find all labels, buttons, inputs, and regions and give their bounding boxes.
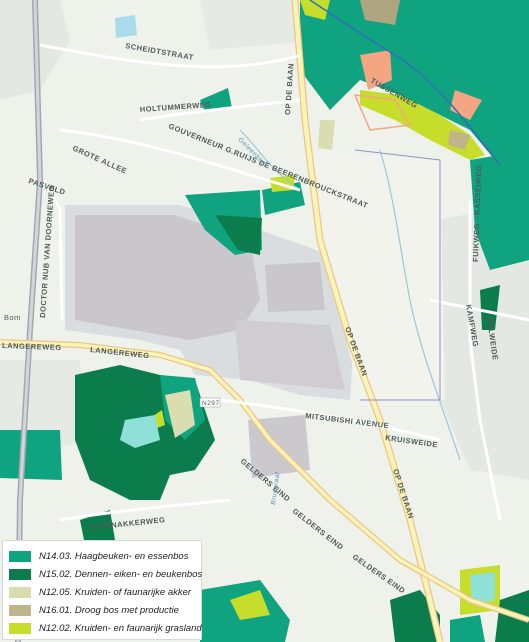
legend-swatch-grasland bbox=[9, 622, 31, 634]
forest-haagbeuken bbox=[0, 430, 62, 480]
legend-swatch-dennen bbox=[9, 568, 31, 580]
legend-item: N16.01. Droog bos met productie bbox=[9, 601, 195, 619]
legend-label: N12.05. Kruiden- of faunarijke akker bbox=[39, 586, 192, 598]
legend-label: N15.02. Dennen- eiken- en beukenbos bbox=[39, 568, 203, 580]
legend-label: N14.03. Haagbeuken- en essenbos bbox=[39, 550, 189, 562]
road-label-n297: N297 bbox=[202, 400, 220, 407]
legend-item: N15.02. Dennen- eiken- en beukenbos bbox=[9, 565, 202, 583]
legend-swatch-akker bbox=[9, 586, 31, 598]
factory-building bbox=[235, 320, 345, 390]
legend-label: N16.01. Droog bos met productie bbox=[39, 604, 179, 616]
legend-item: N12.02. Kruiden- en faunarijk grasland bbox=[9, 619, 202, 637]
map[interactable]: SCHEIDTSTRAAT HOLTUMMERWEG GOUVERNEUR G.… bbox=[0, 0, 529, 642]
legend-label: N12.02. Kruiden- en faunarijk grasland bbox=[39, 622, 202, 634]
legend-item: N12.05. Kruiden- of faunarijke akker bbox=[9, 583, 195, 601]
factory-building bbox=[265, 262, 325, 312]
map-legend: N14.03. Haagbeuken- en essenbos N15.02. … bbox=[2, 540, 202, 640]
legend-swatch-haagbeuken bbox=[9, 550, 31, 562]
road-label-bom: Bom bbox=[4, 313, 21, 322]
legend-swatch-droog-bos bbox=[9, 604, 31, 616]
legend-item: N14.03. Haagbeuken- en essenbos bbox=[9, 547, 195, 565]
pond bbox=[115, 15, 137, 38]
